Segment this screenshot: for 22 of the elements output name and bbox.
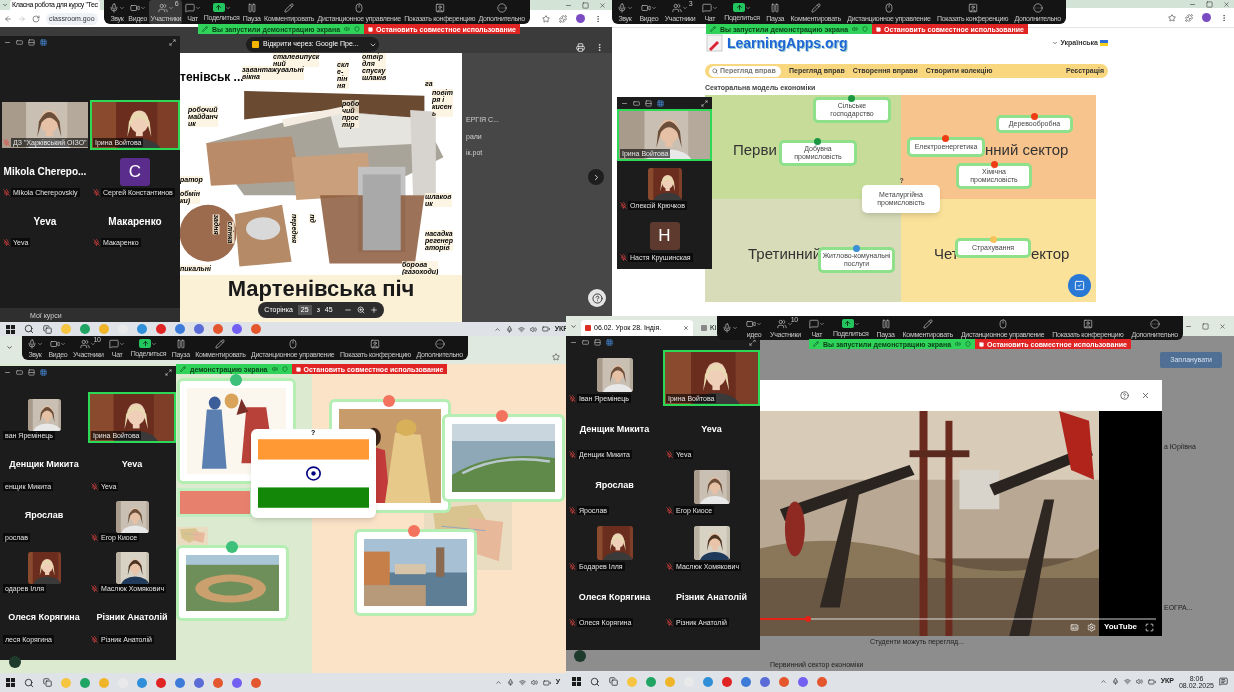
avatar: H <box>649 222 680 250</box>
participant-name: Макаренко <box>108 214 162 229</box>
participant-name: Yeva <box>701 423 722 437</box>
video-player[interactable]: YouTube <box>760 411 1162 636</box>
slide-title: Мартенівська піч <box>227 275 415 302</box>
participant-name: Різник Анатолій <box>96 610 168 624</box>
avatar: C <box>120 158 150 186</box>
participant-name: Ярослав <box>24 508 64 522</box>
participant-name: Олеся Корягина <box>8 610 80 624</box>
participant-name: Різник Анатолій <box>675 591 748 605</box>
participant-name: Yeva <box>121 457 143 471</box>
sector-label: Перви <box>733 140 777 160</box>
site-logo-text: LearningApps.org <box>727 34 848 53</box>
sector-label: нний сектор <box>985 140 1069 160</box>
participant-name: Денщик Микита <box>9 457 79 471</box>
participant-name: Олеся Корягина <box>578 591 651 605</box>
participant-name: Mikola Cherepo... <box>3 164 87 179</box>
participant-name: Денщик Микита <box>579 423 650 437</box>
sector-label: ектор <box>1031 244 1070 264</box>
participant-name: Ярослав <box>595 479 634 493</box>
youtube-logo[interactable]: YouTube <box>1103 621 1137 633</box>
participant-name: Yeva <box>33 214 57 229</box>
